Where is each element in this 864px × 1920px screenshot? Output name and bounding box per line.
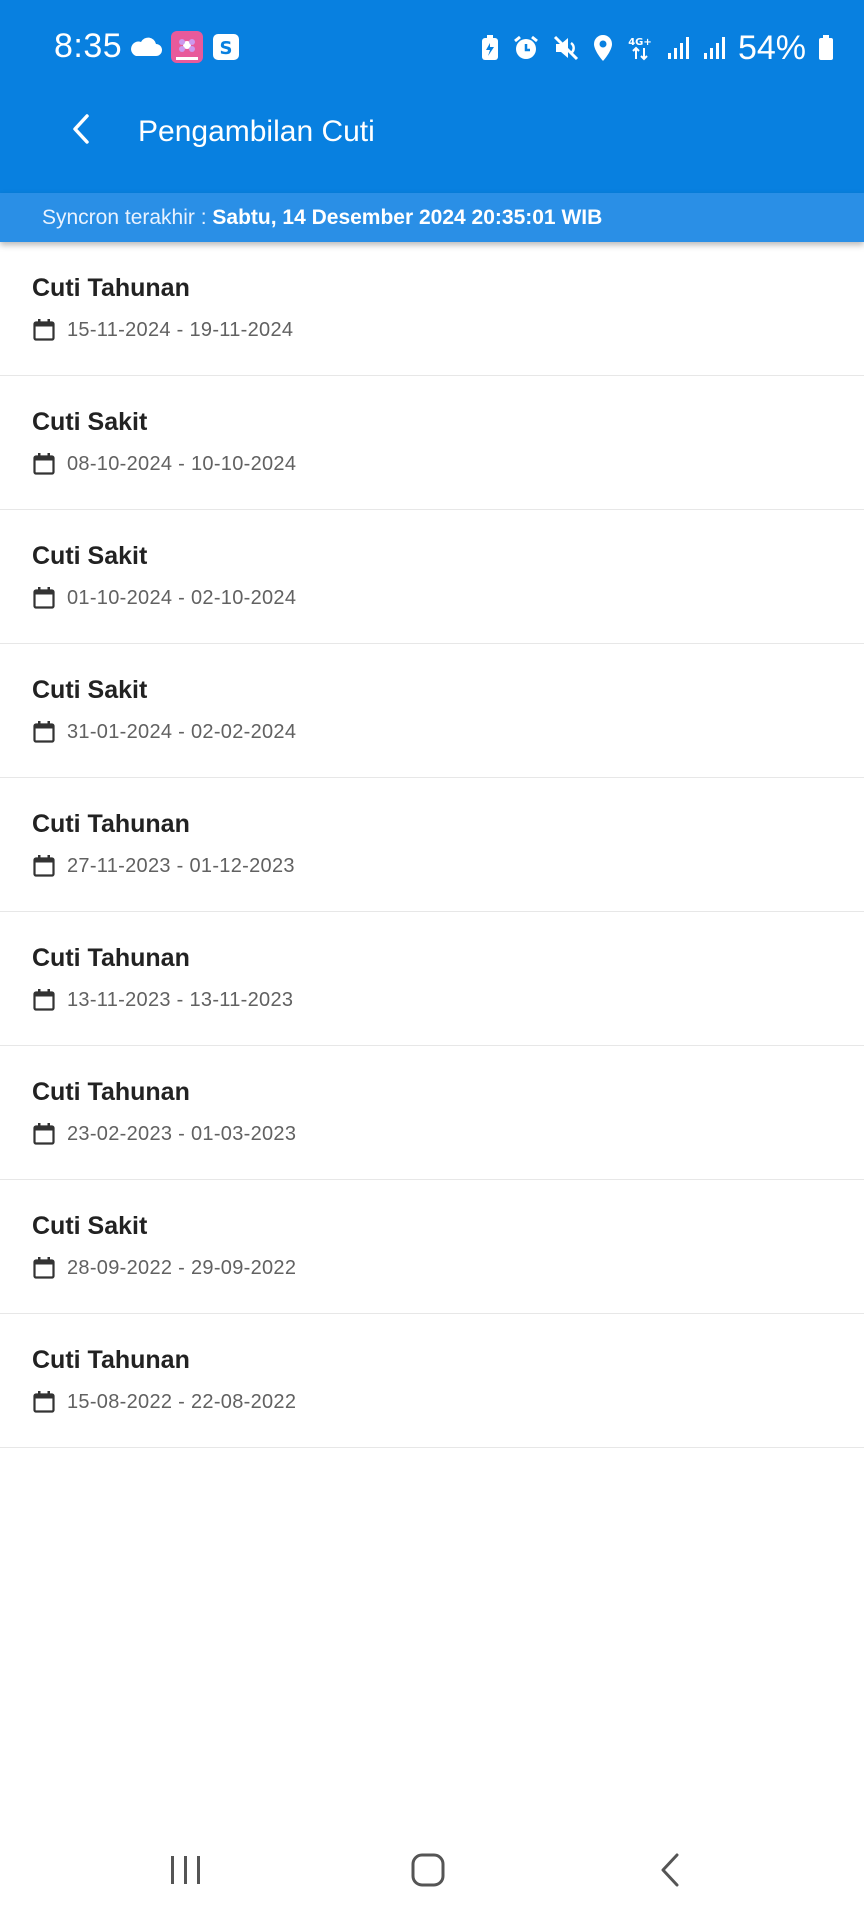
- leave-dates: 28-09-2022 - 29-09-2022: [67, 1257, 297, 1279]
- sync-timestamp: Sabtu, 14 Desember 2024 20:35:01 WIB: [212, 206, 603, 229]
- leave-list-item[interactable]: Cuti Tahunan 23-02-2023 - 01-03-2023: [0, 1046, 864, 1180]
- app-header: 8:35 S 4G+ 54% Pengambilan Cuti: [0, 0, 864, 193]
- flower-app-icon: [170, 30, 204, 69]
- calendar-icon: [32, 452, 56, 476]
- calendar-icon: [32, 1390, 56, 1414]
- home-icon: [410, 1852, 446, 1893]
- notification-icons: S: [128, 30, 240, 69]
- system-status: 4G+ 54%: [480, 28, 834, 68]
- calendar-icon: [32, 854, 56, 878]
- leave-dates: 08-10-2024 - 10-10-2024: [67, 453, 297, 475]
- leave-type: Cuti Sakit: [32, 542, 148, 570]
- calendar-icon: [32, 1256, 56, 1280]
- signal-icon-2: [702, 35, 726, 61]
- leave-type: Cuti Tahunan: [32, 810, 190, 838]
- battery-percent: 54%: [737, 29, 806, 67]
- svg-text:4G+: 4G+: [628, 37, 652, 48]
- leave-dates: 23-02-2023 - 01-03-2023: [67, 1123, 297, 1145]
- leave-list-item[interactable]: Cuti Tahunan 13-11-2023 - 13-11-2023: [0, 912, 864, 1046]
- leave-type: Cuti Sakit: [32, 676, 148, 704]
- s-app-icon: S: [212, 33, 240, 66]
- calendar-icon: [32, 988, 56, 1012]
- sync-text: Syncron terakhir : Sabtu, 14 Desember 20…: [42, 206, 602, 230]
- alarm-icon: [512, 34, 540, 62]
- status-bar: 8:35 S 4G+ 54%: [0, 0, 864, 96]
- calendar-icon: [32, 1122, 56, 1146]
- leave-type: Cuti Tahunan: [32, 1346, 190, 1374]
- network-4g-icon: 4G+: [626, 34, 654, 62]
- calendar-icon: [32, 720, 56, 744]
- leave-list-item[interactable]: Cuti Tahunan 27-11-2023 - 01-12-2023: [0, 778, 864, 912]
- leave-list-item[interactable]: Cuti Tahunan 15-11-2024 - 19-11-2024: [0, 242, 864, 376]
- mute-icon: [552, 34, 580, 62]
- signal-icon-1: [666, 35, 690, 61]
- chevron-left-icon: [70, 113, 92, 150]
- back-button[interactable]: [60, 110, 102, 152]
- system-back-button[interactable]: [640, 1842, 700, 1902]
- calendar-icon: [32, 318, 56, 342]
- home-button[interactable]: [398, 1842, 458, 1902]
- leave-type: Cuti Tahunan: [32, 1078, 190, 1106]
- recent-apps-button[interactable]: [156, 1842, 216, 1902]
- leave-list: Cuti Tahunan 15-11-2024 - 19-11-2024 Cut…: [0, 242, 864, 1448]
- leave-type: Cuti Tahunan: [32, 274, 190, 302]
- leave-dates: 27-11-2023 - 01-12-2023: [67, 855, 295, 877]
- battery-saver-icon: [480, 34, 500, 62]
- system-nav-bar: [0, 1820, 864, 1920]
- sync-label: Syncron terakhir :: [42, 206, 213, 229]
- cloud-icon: [128, 36, 162, 63]
- sync-info-bar: Syncron terakhir : Sabtu, 14 Desember 20…: [0, 193, 864, 242]
- page-title: Pengambilan Cuti: [138, 115, 375, 148]
- leave-list-item[interactable]: Cuti Sakit 31-01-2024 - 02-02-2024: [0, 644, 864, 778]
- calendar-icon: [32, 586, 56, 610]
- leave-dates: 13-11-2023 - 13-11-2023: [67, 989, 294, 1011]
- leave-list-item[interactable]: Cuti Sakit 28-09-2022 - 29-09-2022: [0, 1180, 864, 1314]
- recent-apps-icon: [169, 1854, 203, 1891]
- leave-list-item[interactable]: Cuti Sakit 08-10-2024 - 10-10-2024: [0, 376, 864, 510]
- battery-icon: [818, 34, 834, 62]
- leave-dates: 01-10-2024 - 02-10-2024: [67, 587, 297, 609]
- status-time: 8:35: [54, 27, 123, 65]
- leave-type: Cuti Sakit: [32, 1212, 148, 1240]
- svg-text:S: S: [220, 38, 233, 59]
- leave-dates: 31-01-2024 - 02-02-2024: [67, 721, 297, 743]
- leave-dates: 15-11-2024 - 19-11-2024: [67, 319, 294, 341]
- leave-list-item[interactable]: Cuti Tahunan 15-08-2022 - 22-08-2022: [0, 1314, 864, 1448]
- location-icon: [592, 34, 614, 62]
- leave-list-item[interactable]: Cuti Sakit 01-10-2024 - 02-10-2024: [0, 510, 864, 644]
- leave-type: Cuti Tahunan: [32, 944, 190, 972]
- back-chevron-icon: [658, 1852, 682, 1893]
- leave-dates: 15-08-2022 - 22-08-2022: [67, 1391, 297, 1413]
- leave-type: Cuti Sakit: [32, 408, 148, 436]
